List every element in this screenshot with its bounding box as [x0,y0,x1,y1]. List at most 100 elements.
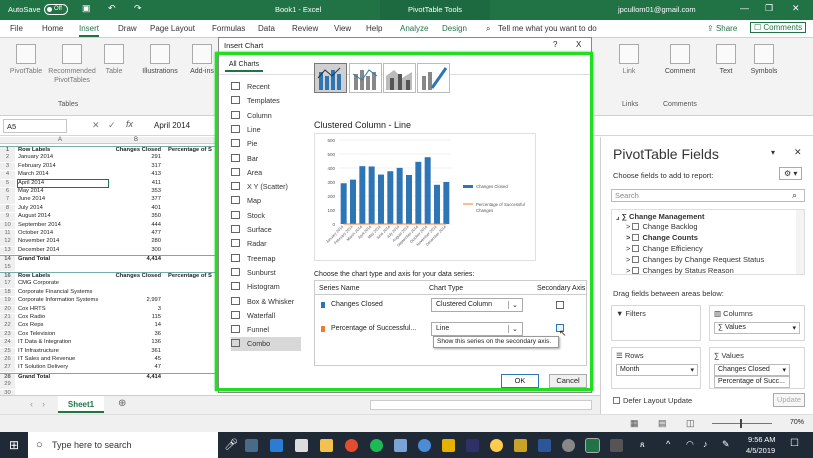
table-row[interactable]: 13 December 2014 300 [0,246,218,255]
table-row[interactable]: 11 October 2014 477 [0,230,218,238]
zoom-level[interactable]: 70% [790,419,804,426]
tab-page-layout[interactable]: Page Layout [150,24,195,33]
normal-view-icon[interactable]: ▦ [630,418,639,429]
cell-a[interactable]: CMG Corporate [18,280,108,288]
cell-a[interactable]: Grand Total [18,256,108,264]
table-button[interactable]: Table [100,44,128,76]
cell-b[interactable]: 300 [105,247,165,255]
close-window-icon[interactable]: ✕ [792,3,800,14]
tab-data[interactable]: Data [258,24,275,33]
row-number[interactable]: 3 [0,162,15,171]
row-number[interactable]: 24 [0,339,15,347]
cell-a[interactable]: Row Labels [18,147,108,155]
photos-icon[interactable] [394,439,407,452]
values-changes-closed-chip[interactable]: Changes Closed ▾ [714,364,790,376]
table-row[interactable]: 24 IT Data & Integration 136 [0,339,218,347]
filters-zone[interactable]: ▼ Filters [611,305,701,341]
people-icon[interactable]: ጸ [640,440,645,450]
zoom-slider[interactable] [712,423,772,424]
notifications-icon[interactable]: ☐ [790,438,799,449]
rows-zone[interactable]: ☰ Rows Month ▾ [611,347,701,389]
values-zone[interactable]: ∑ Values Changes Closed ▾ Percentage of S… [709,347,805,389]
column-b-header[interactable]: B [134,137,138,143]
volume-icon[interactable]: ♪ [703,439,708,449]
table-row[interactable]: 21 Cox Radio 115 [0,314,218,322]
illustrations-button[interactable]: Illustrations [138,44,182,76]
zoom-slider-thumb[interactable] [740,419,742,428]
row-number[interactable]: 16 [0,273,15,281]
scroll-right-icon[interactable]: › [42,399,45,409]
table-row[interactable]: 17 CMG Corporate [0,280,218,288]
cell-a[interactable]: May 2014 [18,188,108,196]
cell-b[interactable]: 3 [105,306,165,314]
table-row[interactable]: 1 Row Labels Changes Closed Percentage of S [0,146,218,155]
cell-a[interactable]: IT Infrastructure [18,348,108,356]
addins-button[interactable]: Add-ins [189,44,215,76]
cell-a[interactable]: Grand Total [18,374,108,382]
cell-a[interactable]: March 2014 [18,171,108,179]
cell-b[interactable]: 477 [105,230,165,238]
table-row[interactable]: 29 [0,381,218,389]
row-number[interactable]: 6 [0,188,15,196]
pane-options-chevron-icon[interactable]: ▾ [771,148,775,157]
field-search-input[interactable]: Search ⌕ [611,189,805,202]
row-number[interactable]: 9 [0,213,15,221]
cell-b[interactable]: 14 [105,322,165,330]
close-dialog-button[interactable]: X [576,40,581,49]
cell-b[interactable]: 350 [105,213,165,221]
pivottable-button[interactable]: PivotTable [6,44,46,76]
cell-b[interactable]: 115 [105,314,165,322]
word-icon[interactable] [538,439,551,452]
cell-a[interactable]: April 2014 [17,178,109,189]
taskbar-search[interactable]: ○ Type here to search [28,432,218,458]
user-account[interactable]: jpcullom01@gmail.com [618,5,696,14]
cell-a[interactable]: Corporate Financial Systems [18,289,108,297]
table-row[interactable]: 12 November 2014 280 [0,238,218,246]
edge-icon[interactable] [270,439,283,452]
cell-c[interactable]: Percentage of S [168,273,218,281]
table-row[interactable]: 3 February 2014 317 [0,162,218,171]
row-number[interactable]: 13 [0,246,15,255]
update-button[interactable]: Update [773,393,805,407]
table-row[interactable]: 9 August 2014 350 [0,213,218,221]
row-number[interactable]: 15 [0,263,15,272]
cell-a[interactable]: Cox Radio [18,314,108,322]
cell-a[interactable]: November 2014 [18,238,108,246]
row-number[interactable]: 8 [0,204,15,213]
cell-b[interactable]: Changes Closed [105,273,165,281]
cell-b[interactable]: 411 [105,180,165,188]
row-number[interactable]: 10 [0,221,15,230]
task-view-icon[interactable] [245,439,258,452]
cell-b[interactable]: 291 [105,154,165,162]
cancel-icon[interactable]: ✕ [92,120,100,131]
function-icon[interactable]: fx [126,119,133,129]
cell-b[interactable]: 353 [105,188,165,196]
cell-b[interactable]: 4,414 [105,374,165,382]
field-checkbox[interactable] [632,256,640,263]
cell-a[interactable]: Cox Reps [18,322,108,330]
symbols-button[interactable]: Symbols [746,44,782,76]
field-checkbox[interactable] [632,234,640,241]
cell-a[interactable]: Cox Television [18,331,108,339]
cell-a[interactable]: July 2014 [18,205,108,213]
wifi-icon[interactable]: ◠ [686,439,694,450]
defer-checkbox-box[interactable] [613,397,620,404]
cell-b[interactable]: 280 [105,238,165,246]
table-row[interactable]: 10 September 2014 444 [0,221,218,230]
row-number[interactable]: 17 [0,280,15,288]
tab-formulas[interactable]: Formulas [212,24,245,33]
app-icon-blue[interactable] [418,439,431,452]
app-icon-dark[interactable] [466,439,479,452]
formula-input[interactable]: April 2014 [154,121,190,130]
cell-b[interactable]: 45 [105,356,165,364]
mail-icon[interactable] [295,439,308,452]
table-row[interactable]: 28 Grand Total 4,414 [0,372,218,382]
row-number[interactable]: 27 [0,364,15,372]
row-number[interactable]: 28 [0,373,15,382]
tell-me-box[interactable]: Tell me what you want to do [498,24,597,33]
cell-b[interactable]: 47 [105,364,165,372]
cell-a[interactable]: Corporate Information Systems [18,297,108,305]
cell-b[interactable]: 413 [105,171,165,179]
cell-a[interactable]: Row Labels [18,273,108,281]
row-number[interactable]: 22 [0,322,15,330]
